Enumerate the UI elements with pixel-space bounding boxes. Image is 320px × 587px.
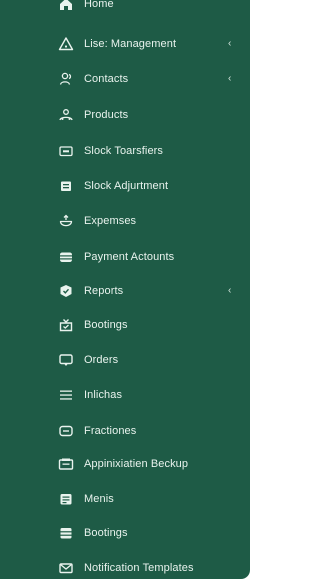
sidebar-item-user-management[interactable]: Lise: Management ‹ xyxy=(0,27,250,61)
backup-icon xyxy=(58,456,74,472)
menus-icon xyxy=(58,491,74,507)
warning-triangle-icon xyxy=(58,36,74,52)
sidebar-item-bookings-2[interactable]: Bootings xyxy=(0,516,250,550)
adjustment-box-icon xyxy=(58,178,74,194)
chevron-left-icon: ‹ xyxy=(228,73,232,84)
users-icon xyxy=(58,71,74,87)
sidebar-item-menus[interactable]: Menis xyxy=(0,482,250,516)
sidebar-item-stock-adjustment[interactable]: Slock Adjurtment xyxy=(0,169,250,203)
sidebar-item-label: Slock Adjurtment xyxy=(84,180,169,192)
sidebar-item-home[interactable]: Home xyxy=(0,0,250,21)
tag-icon xyxy=(58,423,74,439)
sidebar-item-label: Slock Toarsfiers xyxy=(84,145,164,157)
sidebar-item-label: Lise: Management xyxy=(84,38,177,50)
reports-icon xyxy=(58,283,74,299)
envelope-icon xyxy=(58,560,74,576)
sidebar-item-label: Contacts xyxy=(84,73,129,85)
sidebar-item-label: Menis xyxy=(84,493,114,505)
sidebar-item-contacts[interactable]: Contacts ‹ xyxy=(0,62,250,96)
sidebar-item-expenses[interactable]: Expemses xyxy=(0,204,250,238)
sidebar-nav: Home Lise: Management ‹ Contacts ‹ Produ… xyxy=(0,0,250,579)
sidebar-item-label: Reports xyxy=(84,285,124,297)
sidebar-item-application-backup[interactable]: Appinixiatien Beckup xyxy=(0,447,250,481)
sidebar-item-label: Products xyxy=(84,109,129,121)
booking-icon xyxy=(58,317,74,333)
sidebar-item-label: Inlichas xyxy=(84,389,123,401)
sidebar-item-label: Bootings xyxy=(84,527,128,539)
sidebar-item-label: Expemses xyxy=(84,215,137,227)
sidebar-item-notification-templates[interactable]: Notification Templates xyxy=(0,551,250,579)
sidebar-item-stock-transfers[interactable]: Slock Toarsfiers xyxy=(0,134,250,168)
sidebar-item-bookings[interactable]: Bootings xyxy=(0,308,250,342)
wallet-icon xyxy=(58,249,74,265)
products-icon xyxy=(58,107,74,123)
sidebar-item-inlichas[interactable]: Inlichas xyxy=(0,378,250,412)
sidebar-item-label: Payment Actounts xyxy=(84,251,175,263)
sidebar-item-label: Notification Templates xyxy=(84,562,194,574)
sidebar-item-label: Bootings xyxy=(84,319,128,331)
sidebar-item-products[interactable]: Products xyxy=(0,98,250,132)
sidebar-item-orders[interactable]: Orders xyxy=(0,343,250,377)
menu-lines-icon xyxy=(58,387,74,403)
expense-icon xyxy=(58,213,74,229)
sidebar-item-label: Orders xyxy=(84,354,119,366)
sidebar-item-label: Home xyxy=(84,0,114,10)
chat-bubble-icon xyxy=(58,352,74,368)
sidebar-item-label: Appinixiatien Beckup xyxy=(84,458,189,470)
transfer-card-icon xyxy=(58,143,74,159)
chevron-left-icon: ‹ xyxy=(228,38,232,49)
home-icon xyxy=(58,0,74,12)
sidebar-item-payment-accounts[interactable]: Payment Actounts xyxy=(0,240,250,274)
sidebar-item-label: Fractiones xyxy=(84,425,137,437)
chevron-left-icon: ‹ xyxy=(228,285,232,296)
stack-icon xyxy=(58,525,74,541)
sidebar-item-fractiones[interactable]: Fractiones xyxy=(0,414,250,448)
sidebar-item-reports[interactable]: Reports ‹ xyxy=(0,274,250,308)
